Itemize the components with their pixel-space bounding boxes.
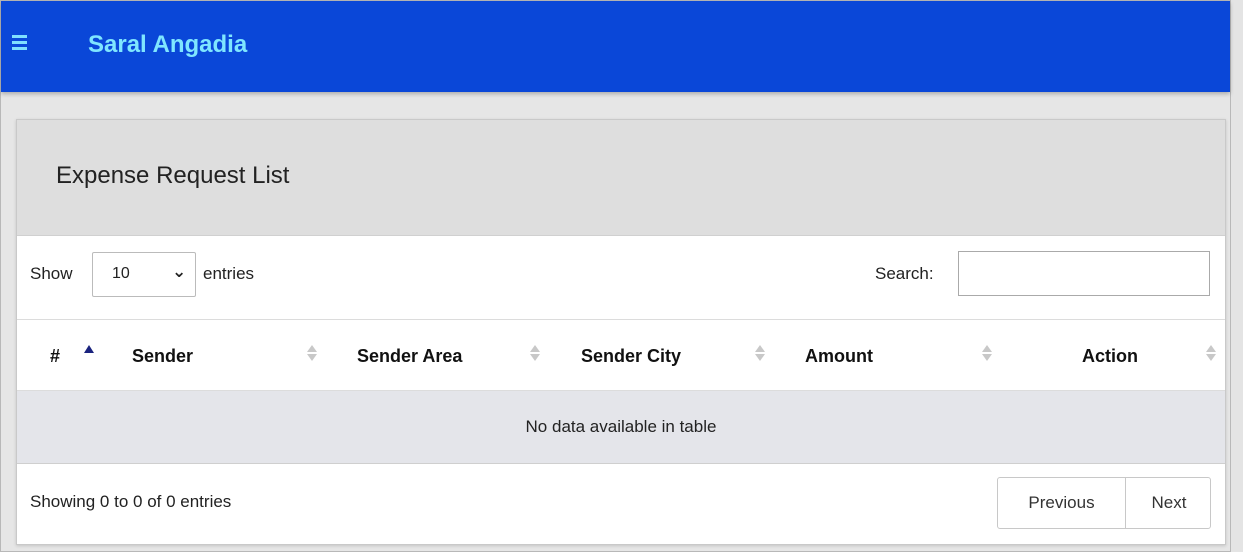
card-header: Expense Request List: [17, 120, 1225, 236]
column-header-sender-city[interactable]: Sender City: [581, 346, 681, 367]
chevron-down-icon: ⌄: [172, 262, 187, 281]
page-length-value: 10: [112, 265, 130, 282]
page-title: Expense Request List: [56, 162, 290, 189]
expense-request-card: Expense Request List Show 10 ⌄ entries S…: [16, 119, 1226, 545]
sort-icon[interactable]: [307, 343, 317, 363]
column-header-amount[interactable]: Amount: [805, 346, 873, 367]
column-header-action[interactable]: Action: [1082, 346, 1138, 367]
pagination: Previous Next: [997, 477, 1211, 529]
search-label: Search:: [875, 264, 934, 283]
sort-icon[interactable]: [1206, 343, 1216, 363]
search-input[interactable]: [958, 251, 1210, 296]
table-divider-top: [17, 319, 1225, 320]
show-label: Show: [30, 264, 73, 283]
app-window: Saral Angadia Expense Request List Show …: [0, 0, 1231, 552]
hamburger-menu-icon[interactable]: [12, 35, 28, 53]
page-length-select[interactable]: 10 ⌄: [92, 252, 196, 297]
column-header-index[interactable]: #: [50, 346, 60, 367]
sort-ascending-icon[interactable]: [84, 345, 94, 353]
previous-button[interactable]: Previous: [998, 478, 1125, 528]
app-title[interactable]: Saral Angadia: [88, 31, 247, 59]
table-info: Showing 0 to 0 of 0 entries: [30, 492, 232, 511]
top-navbar: Saral Angadia: [1, 1, 1230, 92]
table-row: No data available in table: [17, 391, 1225, 464]
entries-label: entries: [203, 264, 255, 283]
sort-icon[interactable]: [755, 343, 765, 363]
sort-icon[interactable]: [530, 343, 540, 363]
empty-table-message: No data available in table: [525, 417, 717, 436]
sort-icon[interactable]: [982, 343, 992, 363]
next-button[interactable]: Next: [1125, 478, 1212, 528]
column-header-sender-area[interactable]: Sender Area: [357, 346, 462, 367]
column-header-sender[interactable]: Sender: [132, 346, 193, 367]
